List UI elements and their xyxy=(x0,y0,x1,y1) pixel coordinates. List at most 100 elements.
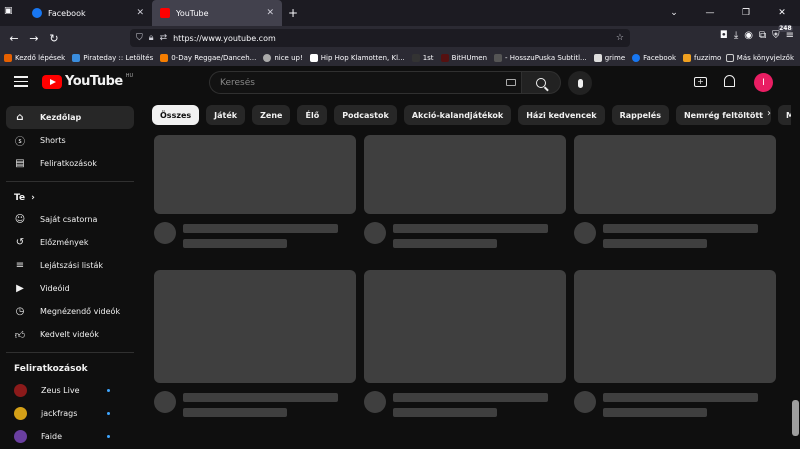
bookmark[interactable]: nice up! xyxy=(263,54,303,62)
close-icon[interactable]: ✕ xyxy=(266,8,274,18)
section-title-you[interactable]: Te › xyxy=(0,188,140,208)
sidebar-item-subscription[interactable]: Zeus Live xyxy=(6,379,134,402)
bookmark[interactable]: BitHUmen xyxy=(440,54,487,62)
tab-overflow-icon[interactable]: ⌄ xyxy=(656,8,692,18)
account-icon[interactable]: ◉ xyxy=(744,30,753,41)
bookmark-icon xyxy=(494,54,503,62)
bookmark-icon xyxy=(683,54,692,62)
reload-button[interactable]: ↻ xyxy=(44,32,64,45)
sidebar-item-liked[interactable]: 👍︎ Kedvelt videók xyxy=(6,323,134,346)
firefox-icon xyxy=(4,54,12,62)
bookmark[interactable]: Kezdő lépések xyxy=(4,54,65,62)
video-card-skeleton[interactable] xyxy=(364,135,566,254)
back-button[interactable]: ← xyxy=(4,32,24,45)
url-bar[interactable]: ⛉ 🔒︎ ⇄ https://www.youtube.com ☆ xyxy=(130,29,630,47)
chip-podcasts[interactable]: Podcastok xyxy=(334,105,397,125)
sidebar-item-subscription[interactable]: jackfrags xyxy=(6,402,134,425)
scrollbar-thumb[interactable] xyxy=(792,400,799,436)
bookmark-star-icon[interactable]: ☆ xyxy=(616,33,624,43)
create-video-icon[interactable]: + xyxy=(694,77,707,87)
page-scrollbar[interactable] xyxy=(791,102,800,449)
close-window-button[interactable]: ✕ xyxy=(764,8,800,18)
extensions-icon[interactable]: ⧉ xyxy=(759,30,766,41)
new-tab-button[interactable]: + xyxy=(282,6,304,20)
minimize-button[interactable]: — xyxy=(692,8,728,18)
close-icon[interactable]: ✕ xyxy=(136,8,144,18)
chip-recently-uploaded[interactable]: Nemrég feltöltött xyxy=(675,105,771,125)
video-card-skeleton[interactable] xyxy=(154,135,356,254)
thumbnail-placeholder xyxy=(364,270,566,383)
sidebar-item-subscriptions[interactable]: ▤ Feliratkozások xyxy=(6,152,134,175)
other-bookmarks[interactable]: Más könyvjelzők xyxy=(725,54,794,62)
youtube-logo[interactable]: YouTube HU xyxy=(42,73,133,89)
title-placeholder xyxy=(603,224,758,233)
tab-youtube[interactable]: YouTube ✕ xyxy=(152,0,282,26)
chip-gaming[interactable]: Játék xyxy=(206,105,246,125)
chip-live[interactable]: Élő xyxy=(297,105,328,125)
thumbnail-placeholder xyxy=(154,270,356,383)
video-card-skeleton[interactable] xyxy=(154,270,356,423)
divider xyxy=(6,352,134,353)
bookmark[interactable]: 0-Day Reggae/Danceh... xyxy=(160,54,256,62)
sidebar-item-home[interactable]: ⌂ Kezdőlap xyxy=(6,106,134,129)
downloads-icon[interactable]: ⤓ xyxy=(734,30,738,41)
search-icon xyxy=(536,77,546,88)
sidebar-item-watch-later[interactable]: ◷ Megnézendő videók xyxy=(6,300,134,323)
sidebar-item-subscription[interactable]: Faide xyxy=(6,425,134,448)
new-content-dot xyxy=(107,389,110,392)
search-input[interactable] xyxy=(209,71,521,94)
chip-pets[interactable]: Házi kedvencek xyxy=(518,105,605,125)
chip-action-adventure[interactable]: Akció-kalandjátékok xyxy=(403,105,512,125)
permissions-icon[interactable]: ⇄ xyxy=(160,33,168,43)
facebook-icon xyxy=(32,8,42,18)
tab-list-icon[interactable]: ▣ xyxy=(4,6,13,16)
video-card-skeleton[interactable] xyxy=(364,270,566,423)
sidebar-item-history[interactable]: ↺ Előzmények xyxy=(6,231,134,254)
avatar[interactable]: I xyxy=(754,73,773,92)
search-bar xyxy=(209,71,561,94)
lock-icon[interactable]: 🔒︎ xyxy=(149,33,154,43)
sidebar-item-shorts[interactable]: ⓢ Shorts xyxy=(6,129,134,152)
logo-text: YouTube xyxy=(65,74,123,89)
bookmark[interactable]: fuzzimo xyxy=(683,54,721,62)
new-content-dot xyxy=(107,435,110,438)
video-card-skeleton[interactable] xyxy=(574,270,776,423)
avatar-placeholder xyxy=(154,222,176,244)
chip-all[interactable]: Összes xyxy=(152,105,200,125)
new-content-dot xyxy=(107,412,110,415)
bookmark[interactable]: Hip Hop Klamotten, Kl... xyxy=(309,54,405,62)
notifications-bell-icon[interactable] xyxy=(724,75,735,87)
thumbnail-placeholder xyxy=(574,135,776,214)
sidebar-item-channel[interactable]: ☺ Saját csatorna xyxy=(6,208,134,231)
chip-rap[interactable]: Rappelés xyxy=(611,105,669,125)
bookmark[interactable]: Facebook xyxy=(632,54,676,62)
bookmark[interactable]: - HosszuPuska Subtitl... xyxy=(494,54,587,62)
keyboard-icon[interactable] xyxy=(506,79,516,86)
thumbnail-placeholder xyxy=(364,135,566,214)
tab-facebook[interactable]: Facebook ✕ xyxy=(24,0,152,26)
sidebar-item-playlists[interactable]: ≡ Lejátszási listák xyxy=(6,254,134,277)
title-placeholder xyxy=(393,393,548,402)
ublock-count: 248 xyxy=(778,25,793,32)
chevron-right-icon[interactable]: › xyxy=(767,108,771,119)
divider xyxy=(6,181,134,182)
maximize-button[interactable]: ❐ xyxy=(728,8,764,18)
guide-menu-icon[interactable] xyxy=(14,76,28,88)
pocket-icon[interactable]: ◘ xyxy=(720,30,728,41)
avatar xyxy=(14,430,27,443)
avatar-placeholder xyxy=(364,391,386,413)
chip-music[interactable]: Zene xyxy=(252,105,291,125)
video-card-skeleton[interactable] xyxy=(574,135,776,254)
forward-button[interactable]: → xyxy=(24,32,44,45)
sidebar-item-your-videos[interactable]: ▶ Videóid xyxy=(6,277,134,300)
bookmark[interactable]: 1st xyxy=(411,54,434,62)
shield-icon[interactable]: ⛉ xyxy=(136,33,143,43)
shorts-icon: ⓢ xyxy=(15,137,25,148)
search-button[interactable] xyxy=(521,71,561,94)
avatar-placeholder xyxy=(154,391,176,413)
facebook-icon xyxy=(632,54,641,62)
voice-search-button[interactable] xyxy=(568,71,592,95)
bookmark[interactable]: grime xyxy=(593,54,625,62)
ublock-icon[interactable]: ⛨ 248 xyxy=(772,25,793,41)
bookmark[interactable]: Pirateday :: Letöltés xyxy=(72,54,153,62)
